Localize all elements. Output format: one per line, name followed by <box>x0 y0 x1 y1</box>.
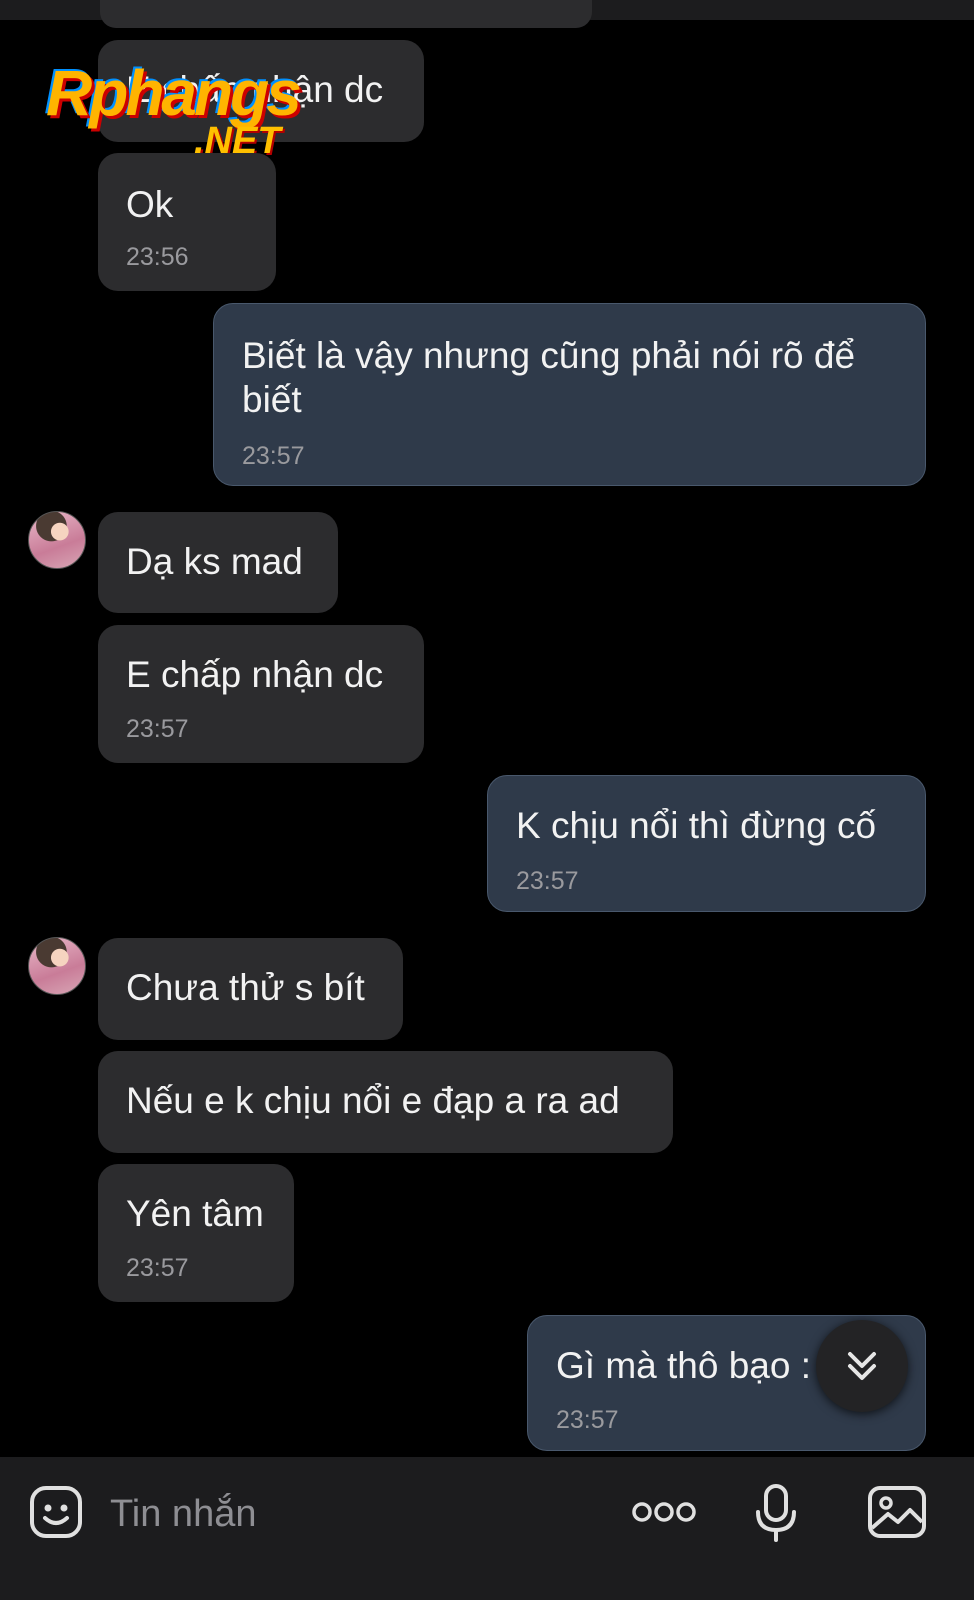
message-text: Yên tâm <box>126 1193 264 1234</box>
message-time: 23:57 <box>126 715 189 743</box>
image-icon[interactable] <box>866 1484 928 1540</box>
message-text: Ok <box>126 184 174 225</box>
message-text: K chịu nổi thì đừng cố <box>516 805 877 846</box>
message-bubble[interactable]: Nếu e k chịu nổi e đạp a ra ad <box>98 1051 673 1153</box>
avatar[interactable] <box>28 511 86 569</box>
message-bubble[interactable]: Dạ ks mad <box>98 512 338 613</box>
message-text: Nếu e k chịu nổi e đạp a ra ad <box>126 1080 620 1121</box>
message-time: 23:57 <box>516 867 579 895</box>
message-text: Dạ ks mad <box>126 541 303 582</box>
message-bubble[interactable]: Yên tâm 23:57 <box>98 1164 294 1302</box>
microphone-icon[interactable] <box>752 1482 800 1544</box>
message-time: 23:56 <box>126 243 189 271</box>
message-text: Gì mà thô bạo : <box>556 1345 812 1386</box>
avatar[interactable] <box>28 937 86 995</box>
message-text: E chấp nhận dc <box>126 654 384 695</box>
more-dots-icon[interactable] <box>632 1496 696 1528</box>
watermark-brand: Rphangs <box>46 57 302 129</box>
message-time: 23:57 <box>556 1406 619 1434</box>
sticker-icon[interactable] <box>28 1484 84 1540</box>
scroll-to-bottom-button[interactable] <box>816 1320 908 1412</box>
message-text: Chưa thử s bít <box>126 967 365 1008</box>
partial-message-bubble <box>100 0 592 28</box>
message-bubble[interactable]: Ok 23:56 <box>98 153 276 291</box>
message-bubble-outgoing[interactable]: Biết là vậy nhưng cũng phải nói rõ để bi… <box>213 303 926 486</box>
message-input[interactable]: Tin nhắn <box>110 1493 256 1536</box>
watermark-logo: Rphangs .NET <box>46 56 346 166</box>
message-time: 23:57 <box>126 1254 189 1282</box>
message-bubble[interactable]: E chấp nhận dc 23:57 <box>98 625 424 763</box>
scroll-down-icon <box>848 1352 876 1380</box>
message-bubble-outgoing[interactable]: K chịu nổi thì đừng cố 23:57 <box>487 775 926 912</box>
top-bar <box>0 0 974 28</box>
message-text-line2: biết <box>242 379 302 420</box>
message-text-line1: Biết là vậy nhưng cũng phải nói rõ để <box>242 335 856 376</box>
message-time: 23:57 <box>242 442 305 470</box>
message-bubble[interactable]: Chưa thử s bít <box>98 938 403 1040</box>
